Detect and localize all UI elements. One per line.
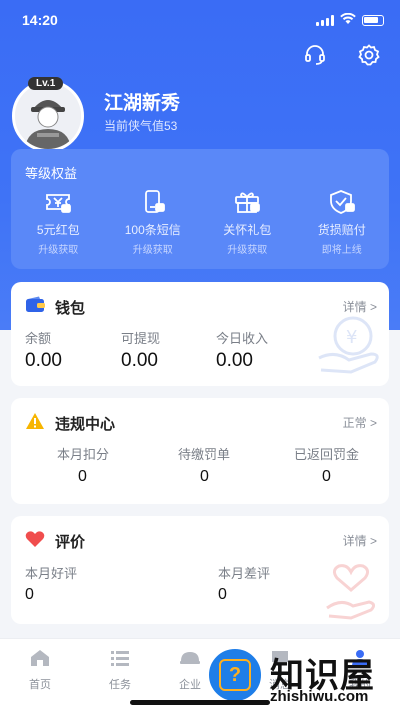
tab-enterprise-label: 企业 [179, 679, 201, 691]
wallet-decoration-icon: ¥ [318, 316, 379, 374]
level-benefits-panel: 等级权益 5元红包 升级获取 100条短信 升级获取 关怀礼包 升级获取 货损赔… [11, 149, 389, 269]
gift-icon [231, 187, 263, 217]
enterprise-icon [179, 649, 201, 672]
wallet-title: 钱包 [55, 300, 86, 317]
tab-home[interactable]: 首页 [10, 649, 70, 692]
balance-value: 0.00 [25, 350, 62, 371]
bad-reviews-label: 本月差评 [218, 566, 271, 581]
wifi-icon [340, 12, 356, 28]
monthly-deduction-label: 本月扣分 [57, 447, 110, 462]
heart-icon [25, 530, 45, 553]
home-indicator [130, 700, 270, 705]
pending-fines-value: 0 [200, 468, 209, 485]
returned-fines-label: 已返回罚金 [294, 447, 360, 462]
wallet-details-link[interactable]: 详情 > [343, 298, 377, 315]
perk-gift[interactable]: 关怀礼包 升级获取 [200, 187, 295, 256]
svg-text:¥: ¥ [346, 327, 357, 348]
violation-status-link[interactable]: 正常 > [343, 414, 377, 431]
coupon-icon [42, 187, 74, 217]
avatar[interactable] [12, 80, 84, 152]
review-decoration-icon [326, 564, 376, 620]
perk-label: 货损赔付 [317, 223, 366, 237]
review-title: 评价 [55, 534, 86, 551]
status-time: 14:20 [22, 12, 58, 28]
perk-status: 升级获取 [227, 245, 268, 256]
warning-icon [25, 412, 45, 435]
violation-title: 违规中心 [55, 416, 116, 433]
tab-home-label: 首页 [29, 679, 51, 691]
perk-red-packet[interactable]: 5元红包 升级获取 [11, 187, 106, 256]
wallet-card[interactable]: ¥ 钱包 详情 > 余额 0.00 可提现 0.00 今日收入 0.00 [11, 282, 389, 386]
returned-fines-value: 0 [322, 468, 331, 485]
help-button[interactable]: ? [206, 646, 264, 704]
list-icon [110, 649, 130, 672]
today-income-label: 今日收入 [216, 331, 269, 346]
level-benefits-title: 等级权益 [25, 166, 78, 181]
withdrawable-value: 0.00 [121, 350, 158, 371]
pending-fines-label: 待缴罚单 [178, 447, 231, 462]
tab-tasks[interactable]: 任务 [90, 649, 150, 692]
good-reviews-label: 本月好评 [25, 566, 78, 581]
watermark-url: zhishiwu.com [270, 688, 369, 705]
balance-label: 余额 [25, 331, 52, 346]
review-card[interactable]: 评价 详情 > 本月好评 0 本月差评 0 [11, 516, 389, 624]
question-mark-icon: ? [219, 659, 251, 691]
wallet-icon [25, 296, 45, 319]
today-income-value: 0.00 [216, 350, 253, 371]
perk-label: 关怀礼包 [223, 223, 272, 237]
perk-cargo-compensation[interactable]: 货损赔付 即将上线 [295, 187, 390, 256]
good-reviews-value: 0 [25, 586, 34, 603]
home-icon [30, 649, 50, 672]
user-name: 江湖新秀 [104, 93, 181, 114]
settings-gear-icon[interactable] [356, 42, 382, 68]
sms-icon [137, 187, 169, 217]
tab-tasks-label: 任务 [109, 679, 131, 691]
monthly-deduction-value: 0 [78, 468, 87, 485]
withdrawable-label: 可提现 [121, 331, 161, 346]
status-bar: 14:20 [0, 0, 400, 38]
review-details-link[interactable]: 详情 > [343, 532, 377, 549]
signal-icon [316, 14, 334, 26]
perk-label: 100条短信 [124, 223, 181, 237]
perk-sms[interactable]: 100条短信 升级获取 [106, 187, 201, 256]
violation-card[interactable]: 违规中心 正常 > 本月扣分 0 待缴罚单 0 已返回罚金 0 [11, 398, 389, 504]
perk-status: 即将上线 [321, 245, 362, 256]
perk-status: 升级获取 [38, 245, 79, 256]
customer-service-icon[interactable] [302, 42, 328, 68]
bad-reviews-value: 0 [218, 586, 227, 603]
level-badge: Lv.1 [28, 77, 64, 90]
shield-check-icon [326, 187, 358, 217]
chivalry-value: 当前侠气值53 [104, 119, 178, 133]
battery-icon [362, 14, 384, 26]
perk-status: 升级获取 [132, 245, 173, 256]
perk-label: 5元红包 [36, 223, 80, 237]
